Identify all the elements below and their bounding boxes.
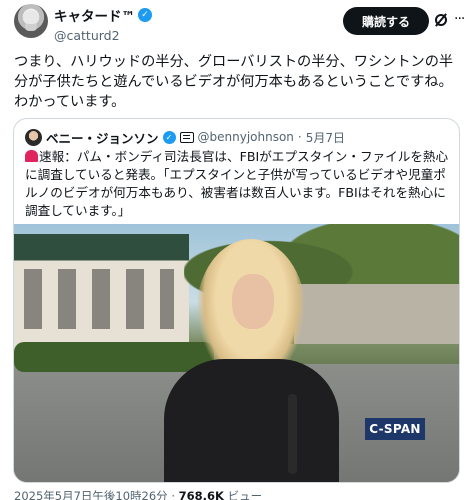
speaker-face (232, 274, 274, 329)
author-display-name[interactable]: キャタード™ (54, 5, 135, 25)
video-scene-speaker (154, 239, 339, 482)
quoted-verified-badge-icon: ✓ (162, 130, 176, 144)
quoted-tweet-text: 速報：パム・ボンディ司法長官は、FBIがエプスタイン・ファイルを熱心に調査してい… (25, 149, 449, 218)
author-handle[interactable]: @catturd2 (54, 28, 152, 43)
speaker-jacket (164, 359, 339, 482)
views-count: 768.6K (178, 489, 224, 500)
quoted-tweet[interactable]: ベニー・ジョンソン ✓ @bennyjohnson · 5月7日 速報：パム・ボ… (13, 118, 460, 483)
views-label: ビュー (223, 489, 263, 500)
author-avatar[interactable] (14, 4, 48, 38)
quoted-author-handle: @bennyjohnson (197, 130, 294, 144)
tweet-timestamp[interactable]: 2025年5月7日午後10時26分 (14, 489, 168, 500)
author-info: キャタード™ ✓ @catturd2 (54, 5, 152, 43)
tweet-text: つまり、ハリウッドの半分、グローバリストの半分、ワシントンの半分が子供たちと遊ん… (14, 54, 454, 110)
header-actions: ··· (435, 12, 465, 29)
verified-badge-icon: ✓ (138, 8, 152, 22)
cspan-watermark: C-SPAN (365, 418, 425, 440)
quoted-tweet-text-block: 速報：パム・ボンディ司法長官は、FBIがエプスタイン・ファイルを熱心に調査してい… (25, 148, 450, 220)
microphone-icon (288, 394, 297, 474)
tweet-header: キャタード™ ✓ @catturd2 購読する ··· (14, 4, 465, 44)
quoted-author-name: ベニー・ジョンソン (46, 130, 159, 146)
video-player[interactable]: C-SPAN (14, 224, 459, 482)
siren-icon (25, 150, 38, 162)
quoted-author-avatar (25, 128, 42, 146)
meta-separator: · (167, 489, 179, 500)
grok-icon[interactable] (435, 14, 447, 26)
author-name-row[interactable]: キャタード™ ✓ (54, 5, 152, 25)
affiliate-badge-icon (179, 131, 194, 143)
quoted-tweet-header: ベニー・ジョンソン ✓ @bennyjohnson · 5月7日 (25, 128, 345, 146)
quoted-date: 5月7日 (305, 130, 346, 145)
tweet-meta: 2025年5月7日午後10時26分 · 768.6K ビュー (14, 488, 262, 500)
more-options-icon[interactable]: ··· (454, 12, 465, 26)
quoted-separator: · (297, 130, 302, 144)
subscribe-button[interactable]: 購読する (343, 7, 429, 35)
